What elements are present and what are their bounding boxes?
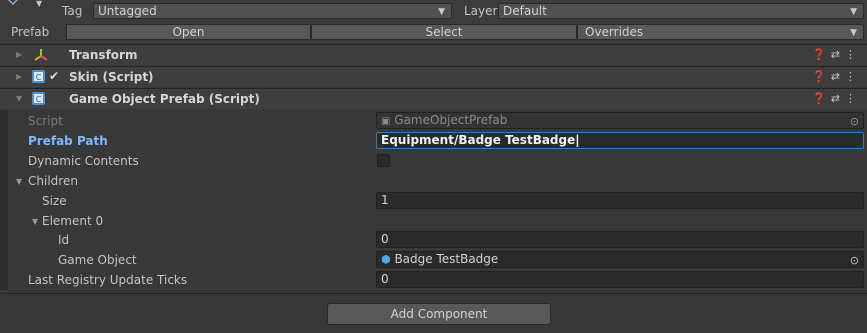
divider <box>0 293 867 294</box>
property-prefab-path: Prefab Path Equipment/Badge TestBadge| <box>0 131 867 151</box>
component-title: Game Object Prefab (Script) <box>69 92 260 106</box>
object-picker-icon: ⊙ <box>849 115 859 128</box>
script-file-icon: ▣ <box>381 116 391 127</box>
script-icon: C <box>32 92 45 105</box>
last-registry-value: 0 <box>381 272 389 286</box>
component-title: Skin (Script) <box>69 70 154 84</box>
presets-icon[interactable]: ⇄ <box>831 92 845 105</box>
prefab-overrides-dropdown[interactable]: Overrides ▼ <box>577 24 864 40</box>
help-icon[interactable]: ❓ <box>812 70 831 83</box>
object-picker-icon[interactable]: ⊙ <box>850 253 859 268</box>
size-value: 1 <box>381 193 389 207</box>
component-header-icons: ❓⇄⋮ <box>812 92 861 105</box>
help-icon[interactable]: ❓ <box>812 92 831 105</box>
prefab-cube-icon: ⬢ <box>381 253 391 266</box>
layer-dropdown[interactable]: Default ▼ <box>498 3 864 19</box>
property-label: Game Object <box>58 253 137 267</box>
id-input[interactable]: 0 <box>376 231 864 248</box>
property-size: Size 1 <box>0 191 867 211</box>
text-caret: | <box>575 133 580 147</box>
foldout-arrow-icon[interactable]: ▶ <box>16 50 22 59</box>
script-icon: C <box>32 70 45 83</box>
property-last-registry: Last Registry Update Ticks 0 <box>0 270 867 290</box>
overrides-label: Overrides <box>585 25 644 39</box>
chevron-down-icon: ▼ <box>850 7 857 17</box>
property-label: Script <box>28 114 63 128</box>
property-label: Size <box>42 194 67 208</box>
property-label: Last Registry Update Ticks <box>28 273 188 287</box>
property-element-0: ▼ Element 0 <box>0 211 867 231</box>
component-header-icons: ❓⇄⋮ <box>812 70 861 83</box>
prefab-select-button[interactable]: Select <box>311 24 577 40</box>
component-title: Transform <box>69 48 138 62</box>
foldout-arrow-icon[interactable]: ▶ <box>16 72 22 81</box>
prefab-label: Prefab <box>11 25 50 39</box>
enabled-checkbox[interactable]: ✔ <box>49 70 62 83</box>
last-registry-input[interactable]: 0 <box>376 271 864 288</box>
size-input[interactable]: 1 <box>376 192 864 209</box>
property-dynamic-contents: Dynamic Contents <box>0 151 867 171</box>
property-label: Dynamic Contents <box>28 154 139 168</box>
property-id: Id 0 <box>0 230 867 250</box>
chevron-down-icon: ▼ <box>438 7 445 17</box>
foldout-arrow-icon[interactable]: ▼ <box>16 94 22 103</box>
chevron-down-icon: ▼ <box>850 28 857 38</box>
component-header-gameobjectprefab[interactable]: ▼ C Game Object Prefab (Script) ❓⇄⋮ <box>0 88 867 109</box>
prefab-path-value: Equipment/Badge TestBadge <box>381 133 576 147</box>
foldout-arrow-icon[interactable]: ▼ <box>32 217 38 226</box>
kebab-menu-icon[interactable]: ⋮ <box>845 70 861 83</box>
transform-icon <box>34 48 48 61</box>
component-header-skin[interactable]: ▶ C ✔ Skin (Script) ❓⇄⋮ <box>0 66 867 87</box>
component-header-icons: ❓⇄⋮ <box>812 48 861 61</box>
chevron-down-icon[interactable]: ▼ <box>36 0 42 8</box>
id-value: 0 <box>381 232 389 246</box>
property-children: ▼ Children <box>0 171 867 191</box>
property-label: Children <box>28 174 78 188</box>
presets-icon[interactable]: ⇄ <box>831 70 845 83</box>
property-label: Element 0 <box>42 214 104 228</box>
svg-text:C: C <box>36 73 42 82</box>
inspector-header: ▼ Tag Untagged ▼ Layer Default ▼ Prefab … <box>0 0 867 43</box>
game-object-value: Badge TestBadge <box>394 252 499 266</box>
kebab-menu-icon[interactable]: ⋮ <box>845 48 861 61</box>
tag-value: Untagged <box>98 4 157 18</box>
presets-icon[interactable]: ⇄ <box>831 48 845 61</box>
kebab-menu-icon[interactable]: ⋮ <box>845 92 861 105</box>
property-label: Prefab Path <box>28 134 108 148</box>
prefab-open-button[interactable]: Open <box>66 24 311 40</box>
game-object-field[interactable]: ⬢ Badge TestBadge ⊙ <box>376 251 864 268</box>
component-header-transform[interactable]: ▶ Transform ❓⇄⋮ <box>0 44 867 65</box>
property-script: Script ▣ GameObjectPrefab ⊙ <box>0 111 867 131</box>
add-component-button[interactable]: Add Component <box>327 303 551 325</box>
layer-value: Default <box>503 4 547 18</box>
layer-label: Layer <box>464 4 498 18</box>
help-icon[interactable]: ❓ <box>812 48 831 61</box>
tag-dropdown[interactable]: Untagged ▼ <box>93 3 452 19</box>
gameobject-icon[interactable] <box>6 0 20 5</box>
script-value: GameObjectPrefab <box>394 113 508 127</box>
dynamic-contents-checkbox[interactable] <box>377 154 390 167</box>
property-game-object: Game Object ⬢ Badge TestBadge ⊙ <box>0 250 867 270</box>
prefab-path-input[interactable]: Equipment/Badge TestBadge| <box>376 132 864 149</box>
property-label: Id <box>58 233 70 247</box>
foldout-arrow-icon[interactable]: ▼ <box>16 177 22 186</box>
tag-label: Tag <box>62 4 83 18</box>
script-field: ▣ GameObjectPrefab ⊙ <box>376 112 864 129</box>
svg-text:C: C <box>36 95 42 104</box>
